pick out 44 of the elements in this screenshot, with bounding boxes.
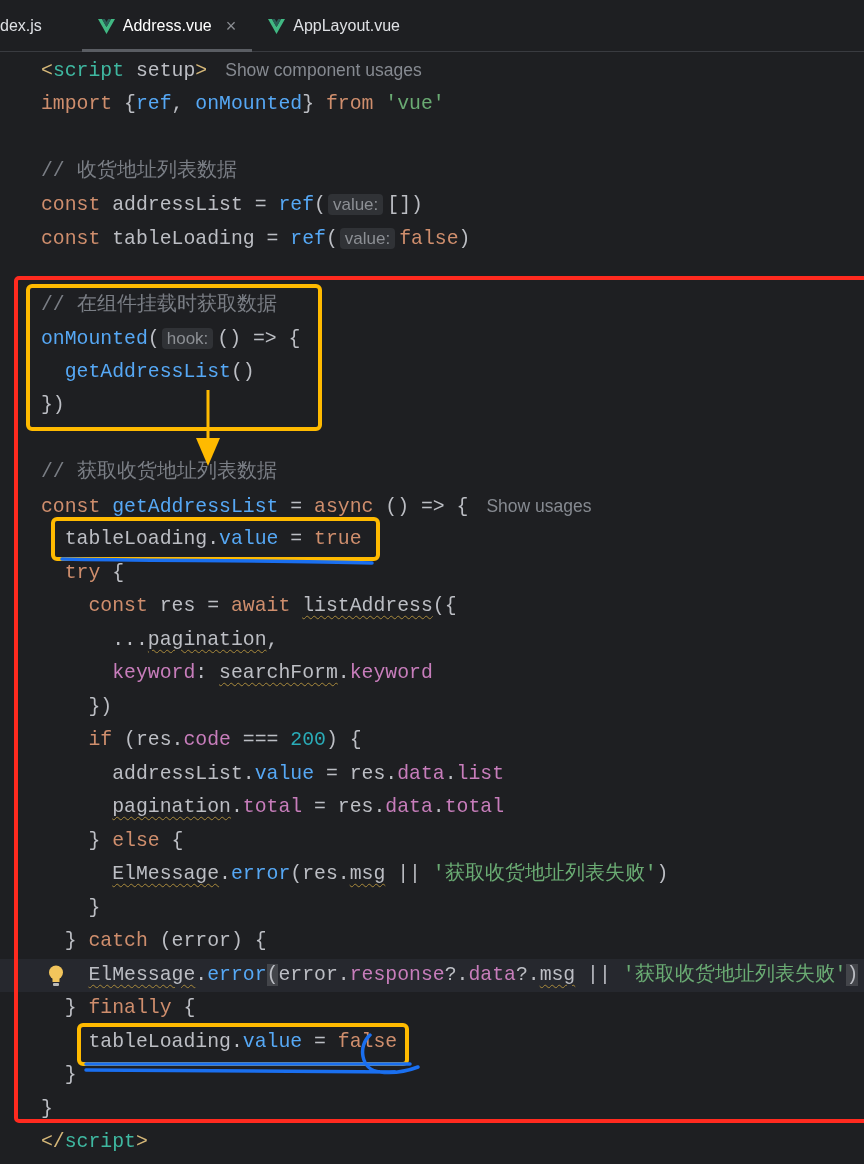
- inlay-hint: value:: [339, 227, 396, 249]
- usages-link[interactable]: Show usages: [486, 495, 592, 516]
- code-text: }): [88, 695, 113, 718]
- code-text: if (res.code === 200) {: [88, 729, 362, 751]
- code-text: }): [41, 394, 65, 416]
- usages-link[interactable]: Show component usages: [225, 60, 422, 80]
- code-text: // 在组件挂载时获取数据: [41, 293, 277, 316]
- editor-tab[interactable]: AppLayout.vue: [252, 0, 416, 52]
- code-text: addressList.value = res.data.list: [112, 762, 504, 785]
- editor-tab[interactable]: Address.vue ×: [81, 0, 253, 52]
- code-text: const tableLoading = ref(: [41, 227, 338, 250]
- code-text: const getAddressList = async () => {: [41, 495, 469, 518]
- code-text: keyword: searchForm.keyword: [112, 662, 433, 684]
- inlay-hint: value:: [327, 194, 384, 215]
- code-text: ElMessage.error(res.msg || '获取收货地址列表失败'): [112, 863, 669, 885]
- code-text: // 获取收货地址列表数据: [41, 461, 277, 483]
- code-text: const addressList = ref(: [41, 194, 326, 216]
- code-text: } finally {: [64, 997, 196, 1019]
- inlay-hint: hook:: [161, 328, 214, 349]
- code-text: }: [64, 1064, 77, 1086]
- code-text: const res = await listAddress({: [88, 595, 457, 617]
- code-text: <script setup>: [41, 60, 208, 82]
- code-text: () => {: [217, 328, 301, 350]
- code-text: false): [399, 227, 471, 250]
- code-text: tableLoading.value = true: [64, 528, 362, 550]
- code-text: // 收货地址列表数据: [41, 159, 237, 182]
- code-text: ...pagination,: [112, 628, 279, 651]
- code-text: try {: [64, 561, 125, 584]
- code-text: }: [88, 896, 101, 919]
- editor-tab[interactable]: dex.js: [0, 0, 58, 52]
- code-text: ElMessage.error(error.response?.data?.msg || '获取收货地址列表失败'): [88, 963, 859, 986]
- code-text: getAddressList(): [64, 360, 255, 383]
- code-text: import {ref, onMounted} from 'vue': [41, 92, 445, 115]
- code-text: []): [387, 194, 423, 216]
- code-text: }: [41, 1097, 53, 1120]
- code-text: </script>: [41, 1131, 148, 1153]
- code-text: onMounted(: [41, 328, 160, 350]
- vue-file-icon: [97, 18, 115, 34]
- lightbulb-icon[interactable]: [48, 964, 64, 987]
- code-text: } else {: [88, 829, 184, 852]
- code-text: } catch (error) {: [64, 930, 267, 952]
- vue-file-icon: [268, 18, 286, 34]
- code-text: pagination.total = res.data.total: [112, 796, 504, 818]
- close-tab-button[interactable]: ×: [225, 12, 237, 40]
